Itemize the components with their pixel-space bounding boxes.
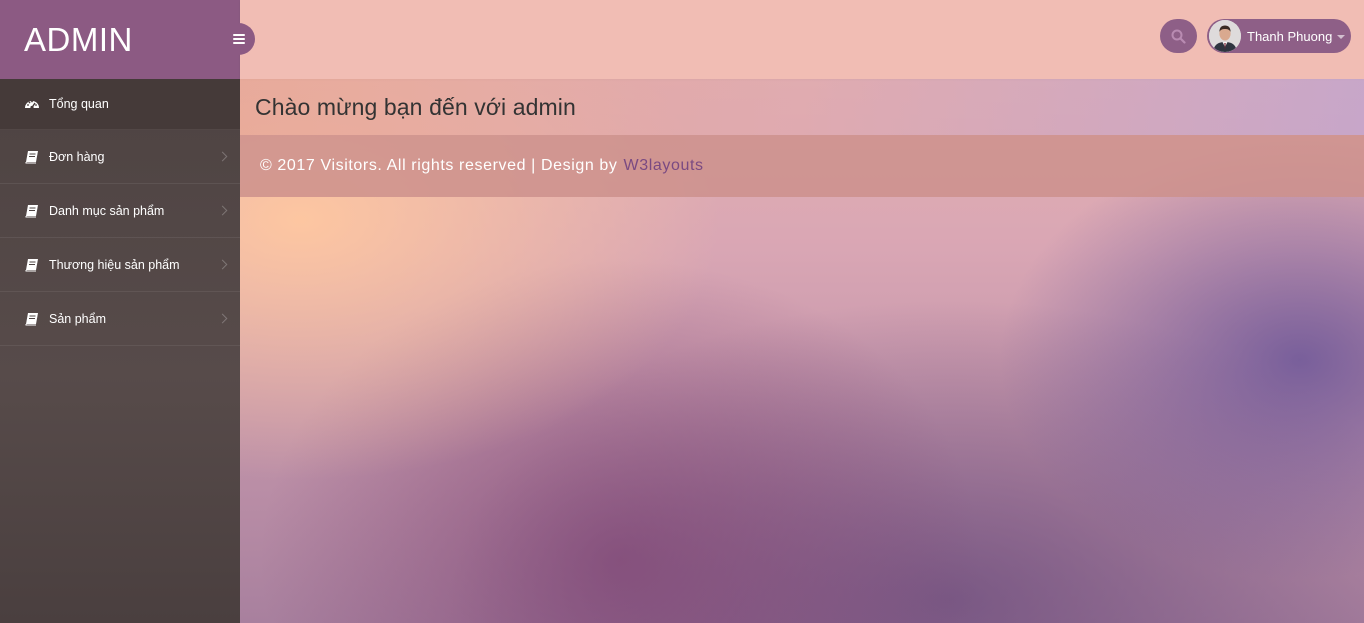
brand-bar: ADMIN	[0, 0, 240, 79]
brand-logo[interactable]: ADMIN	[24, 21, 133, 59]
user-menu-dropdown[interactable]: Thanh Phuong	[1207, 19, 1351, 53]
copyright-footer: © 2017 Visitors. All rights reserved | D…	[240, 135, 1364, 197]
sidebar-item-thuong-hieu-san-pham[interactable]: Thương hiệu sản phẩm	[0, 238, 240, 292]
page-title: Chào mừng bạn đến với admin	[255, 93, 576, 120]
chevron-right-icon	[217, 259, 228, 269]
w3layouts-link[interactable]: W3layouts	[624, 157, 704, 175]
avatar	[1209, 20, 1241, 52]
sidebar-item-don-hang[interactable]: Đơn hàng	[0, 130, 240, 184]
menu-toggle-button[interactable]	[222, 23, 255, 55]
search-button[interactable]	[1160, 19, 1197, 53]
chevron-right-icon	[217, 205, 228, 215]
sidebar-item-san-pham[interactable]: Sản phẩm	[0, 292, 240, 346]
bars-icon	[232, 34, 245, 44]
chevron-right-icon	[217, 151, 228, 161]
sidebar-item-label: Tổng quan	[49, 97, 109, 111]
book-icon	[24, 258, 40, 272]
search-icon	[1171, 29, 1186, 44]
sidebar-item-label: Đơn hàng	[49, 149, 105, 164]
book-icon	[24, 150, 40, 164]
sidebar-item-label: Thương hiệu sản phẩm	[49, 257, 180, 272]
welcome-section: Chào mừng bạn đến với admin	[240, 79, 1364, 135]
sidebar-item-label: Danh mục sản phẩm	[49, 203, 165, 218]
copyright-text: © 2017 Visitors. All rights reserved | D…	[260, 157, 618, 174]
sidebar-item-danh-muc-san-pham[interactable]: Danh mục sản phẩm	[0, 184, 240, 238]
book-icon	[24, 204, 40, 218]
dashboard-icon	[24, 97, 40, 111]
sidebar-item-tong-quan[interactable]: Tổng quan	[0, 79, 240, 130]
sidebar: ADMIN Tổng quan Đơn hàng Danh mục sản ph…	[0, 0, 240, 623]
chevron-right-icon	[217, 313, 228, 323]
book-icon	[24, 312, 40, 326]
sidebar-nav: Tổng quan Đơn hàng Danh mục sản phẩm Thư…	[0, 79, 240, 346]
top-header: Thanh Phuong	[240, 0, 1364, 79]
admin-page: ADMIN Tổng quan Đơn hàng Danh mục sản ph…	[0, 0, 1364, 623]
user-name: Thanh Phuong	[1247, 28, 1333, 44]
sidebar-item-label: Sản phẩm	[49, 311, 106, 326]
caret-down-icon	[1337, 35, 1346, 39]
